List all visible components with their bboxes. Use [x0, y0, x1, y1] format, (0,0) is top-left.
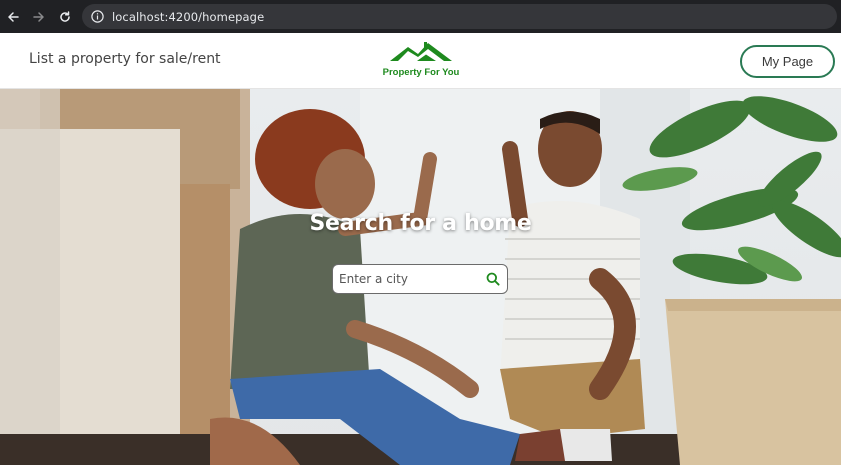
hero-title: Search for a home: [309, 211, 532, 236]
address-bar[interactable]: localhost:4200/homepage: [82, 4, 837, 29]
reload-button[interactable]: [52, 0, 78, 33]
back-arrow-icon: [8, 11, 19, 22]
house-roof-logo-icon: [390, 42, 452, 61]
logo-text: Property For You: [382, 67, 460, 78]
site-header: List a property for sale/rent Property F…: [0, 33, 841, 89]
search-icon[interactable]: [486, 272, 500, 286]
list-property-link[interactable]: List a property for sale/rent: [29, 51, 221, 67]
forward-arrow-icon: [33, 11, 44, 22]
reload-icon: [60, 10, 70, 22]
city-search-input[interactable]: [339, 266, 479, 292]
search-box: [332, 264, 508, 294]
hero-section: Search for a home: [0, 89, 841, 465]
forward-button[interactable]: [26, 0, 52, 33]
my-page-button[interactable]: My Page: [740, 45, 835, 78]
site-info-icon[interactable]: [90, 10, 104, 24]
url-text: localhost:4200/homepage: [112, 9, 265, 24]
back-button[interactable]: [0, 0, 26, 33]
browser-toolbar: localhost:4200/homepage: [0, 0, 841, 33]
logo[interactable]: Property For You: [381, 39, 461, 85]
